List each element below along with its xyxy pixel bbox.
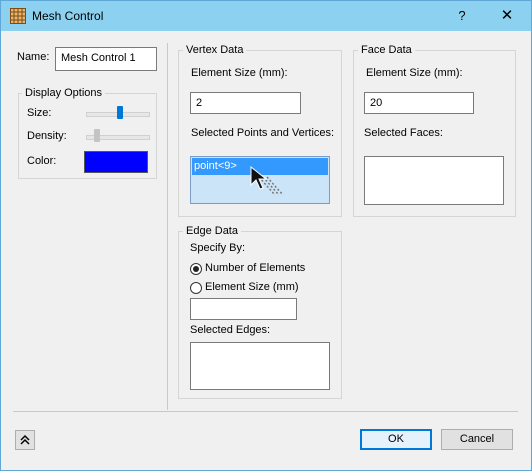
mesh-grid-icon <box>10 8 26 24</box>
density-label: Density: <box>27 130 67 142</box>
face-element-size-input[interactable]: 20 <box>364 92 474 114</box>
vertex-data-title: Vertex Data <box>183 44 247 56</box>
double-chevron-up-icon <box>20 434 30 445</box>
color-swatch-button[interactable] <box>84 151 148 173</box>
window-title: Mesh Control <box>32 9 104 23</box>
selected-faces-listbox[interactable] <box>364 156 504 205</box>
selected-points-label: Selected Points and Vertices: <box>191 127 335 139</box>
element-size-radio[interactable] <box>190 282 202 294</box>
face-data-title: Face Data <box>358 44 415 56</box>
selected-edges-listbox[interactable] <box>190 342 330 390</box>
mesh-control-dialog: Mesh Control ? ✕ Name: Mesh Control 1 Di… <box>0 0 532 471</box>
help-button[interactable]: ? <box>447 5 477 27</box>
cancel-button[interactable]: Cancel <box>441 429 513 450</box>
name-input[interactable]: Mesh Control 1 <box>55 47 157 71</box>
specify-by-label: Specify By: <box>190 242 246 254</box>
title-bar[interactable]: Mesh Control ? ✕ <box>1 1 531 31</box>
ok-button[interactable]: OK <box>360 429 432 450</box>
number-of-elements-label[interactable]: Number of Elements <box>205 262 305 274</box>
color-label: Color: <box>27 155 57 167</box>
edge-element-size-input[interactable] <box>190 298 297 320</box>
number-of-elements-radio[interactable] <box>190 263 202 275</box>
element-size-option-label[interactable]: Element Size (mm) <box>205 281 299 293</box>
display-options-title: Display Options <box>22 87 106 99</box>
selected-faces-label: Selected Faces: <box>364 127 443 139</box>
size-label: Size: <box>27 107 52 119</box>
close-button[interactable]: ✕ <box>487 5 527 27</box>
cursor-pick-icon <box>250 165 284 196</box>
vertex-element-size-input[interactable]: 2 <box>190 92 301 114</box>
footer-divider <box>13 411 518 412</box>
edge-data-title: Edge Data <box>183 225 241 237</box>
size-slider-thumb[interactable] <box>116 106 123 119</box>
expand-button[interactable] <box>15 430 35 450</box>
name-label: Name: <box>17 51 50 63</box>
vertex-element-size-label: Element Size (mm): <box>191 67 288 79</box>
face-element-size-label: Element Size (mm): <box>366 67 463 79</box>
vertical-divider <box>167 43 168 410</box>
density-slider-thumb[interactable] <box>94 129 101 142</box>
selected-edges-label: Selected Edges: <box>190 324 271 336</box>
